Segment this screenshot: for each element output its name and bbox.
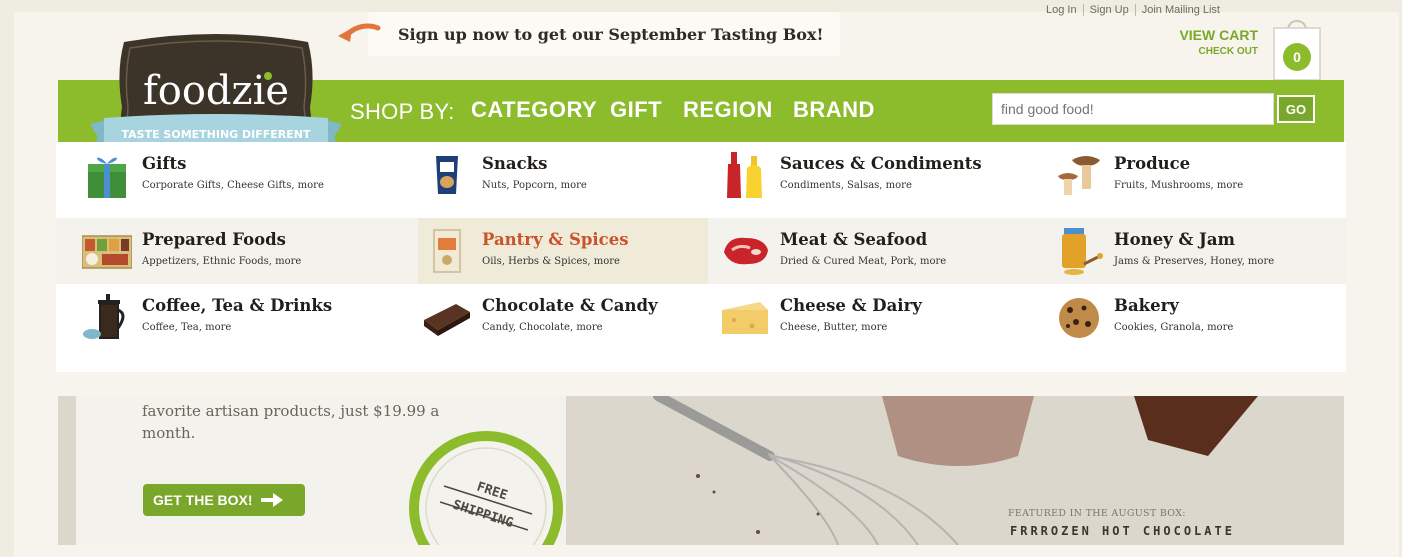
shop-by-label: SHOP BY:	[350, 99, 455, 124]
category-name: Honey & Jam	[1114, 230, 1236, 249]
category-gifts[interactable]: Gifts Corporate Gifts, Cheese Gifts, mor…	[78, 142, 368, 208]
cheese-icon	[722, 302, 768, 334]
promo-banner[interactable]: Sign up now to get our September Tasting…	[338, 12, 840, 56]
cart-count: 0	[1293, 49, 1301, 65]
nav-category[interactable]: CATEGORY	[471, 97, 597, 123]
category-name: Produce	[1114, 154, 1191, 173]
category-name: Sauces & Condiments	[780, 154, 982, 173]
nav-brand[interactable]: BRAND	[793, 97, 875, 123]
category-name: Pantry & Spices	[482, 230, 629, 249]
category-name: Coffee, Tea & Drinks	[142, 296, 333, 315]
category-subtitle: Corporate Gifts, Cheese Gifts, more	[142, 180, 324, 191]
get-the-box-label: GET THE BOX!	[153, 492, 253, 508]
category-subtitle: Jams & Preserves, Honey, more	[1114, 256, 1275, 267]
category-subtitle: Coffee, Tea, more	[142, 322, 232, 333]
category-sauces[interactable]: Sauces & Condiments Condiments, Salsas, …	[716, 142, 1006, 208]
category-bakery[interactable]: Bakery Cookies, Granola, more	[1050, 284, 1340, 350]
category-honey-jam[interactable]: Honey & Jam Jams & Preserves, Honey, mor…	[1050, 218, 1340, 284]
search-input[interactable]	[992, 93, 1274, 125]
account-links: Log In Sign Up Join Mailing List	[1040, 4, 1226, 16]
category-subtitle: Dried & Cured Meat, Pork, more	[780, 256, 947, 267]
chocolate-icon	[424, 304, 470, 336]
category-row: Coffee, Tea & Drinks Coffee, Tea, more C…	[56, 284, 1346, 350]
category-coffee-tea[interactable]: Coffee, Tea & Drinks Coffee, Tea, more	[78, 284, 368, 350]
shopping-bag-icon[interactable]: 0	[1266, 14, 1328, 82]
category-name: Bakery	[1114, 296, 1179, 315]
nav-gift[interactable]: GIFT	[610, 97, 662, 123]
bento-tray-icon	[82, 235, 132, 269]
category-name: Cheese & Dairy	[780, 296, 922, 315]
honey-jar-icon	[1062, 228, 1103, 275]
category-subtitle: Condiments, Salsas, more	[780, 180, 912, 191]
category-row: Gifts Corporate Gifts, Cheese Gifts, mor…	[56, 142, 1346, 208]
category-subtitle: Cookies, Granola, more	[1114, 322, 1234, 333]
spice-packet-icon	[433, 229, 461, 273]
category-subtitle: Nuts, Popcorn, more	[482, 180, 587, 191]
featured-product-name[interactable]: FRRROZEN HOT CHOCOLATE	[1010, 524, 1235, 538]
login-link[interactable]: Log In	[1040, 4, 1084, 16]
snack-bag-icon	[436, 156, 458, 194]
french-press-icon	[83, 294, 125, 339]
mailing-list-link[interactable]: Join Mailing List	[1136, 4, 1226, 16]
mushroom-icon	[1058, 156, 1100, 195]
arrow-right-icon	[260, 493, 283, 507]
hero-banner: favorite artisan products, just $19.99 a…	[58, 396, 1344, 545]
view-cart-link[interactable]: VIEW CART	[1160, 27, 1258, 43]
category-pantry-spices[interactable]: Pantry & Spices Oils, Herbs & Spices, mo…	[418, 218, 708, 284]
gift-icon	[88, 157, 126, 198]
promo-text: Sign up now to get our September Tasting…	[398, 24, 824, 44]
featured-label: FEATURED IN THE AUGUST BOX:	[1008, 508, 1186, 519]
category-name: Prepared Foods	[142, 230, 286, 249]
category-subtitle: Fruits, Mushrooms, more	[1114, 180, 1244, 191]
category-cheese-dairy[interactable]: Cheese & Dairy Cheese, Butter, more	[716, 284, 1006, 350]
free-shipping-stamp: FREE SHIPPING	[409, 431, 563, 545]
category-produce[interactable]: Produce Fruits, Mushrooms, more	[1050, 142, 1340, 208]
get-the-box-button[interactable]: GET THE BOX!	[143, 484, 305, 516]
category-row: Prepared Foods Appetizers, Ethnic Foods,…	[56, 218, 1346, 284]
category-name: Chocolate & Candy	[482, 296, 658, 315]
signup-link[interactable]: Sign Up	[1084, 4, 1136, 16]
category-chocolate-candy[interactable]: Chocolate & Candy Candy, Chocolate, more	[418, 284, 708, 350]
cart-links: VIEW CART CHECK OUT	[1160, 27, 1258, 57]
category-meat-seafood[interactable]: Meat & Seafood Dried & Cured Meat, Pork,…	[716, 218, 1006, 284]
sauce-bottles-icon	[727, 152, 762, 198]
category-subtitle: Cheese, Butter, more	[780, 322, 888, 333]
nav-region[interactable]: REGION	[683, 97, 773, 123]
category-snacks[interactable]: Snacks Nuts, Popcorn, more	[418, 142, 708, 208]
category-subtitle: Candy, Chocolate, more	[482, 322, 603, 333]
category-prepared-foods[interactable]: Prepared Foods Appetizers, Ethnic Foods,…	[78, 218, 368, 284]
cookie-icon	[1059, 298, 1099, 338]
checkout-link[interactable]: CHECK OUT	[1160, 46, 1258, 57]
category-grid: Gifts Corporate Gifts, Cheese Gifts, mor…	[56, 142, 1346, 372]
category-subtitle: Oils, Herbs & Spices, more	[482, 256, 620, 267]
steak-icon	[724, 237, 768, 265]
category-subtitle: Appetizers, Ethnic Foods, more	[142, 256, 302, 267]
category-name: Snacks	[482, 154, 548, 173]
search-go-button[interactable]: GO	[1277, 95, 1315, 123]
logo-tagline: TASTE SOMETHING DIFFERENT	[122, 128, 311, 141]
category-name: Meat & Seafood	[780, 230, 928, 249]
category-name: Gifts	[142, 154, 187, 173]
